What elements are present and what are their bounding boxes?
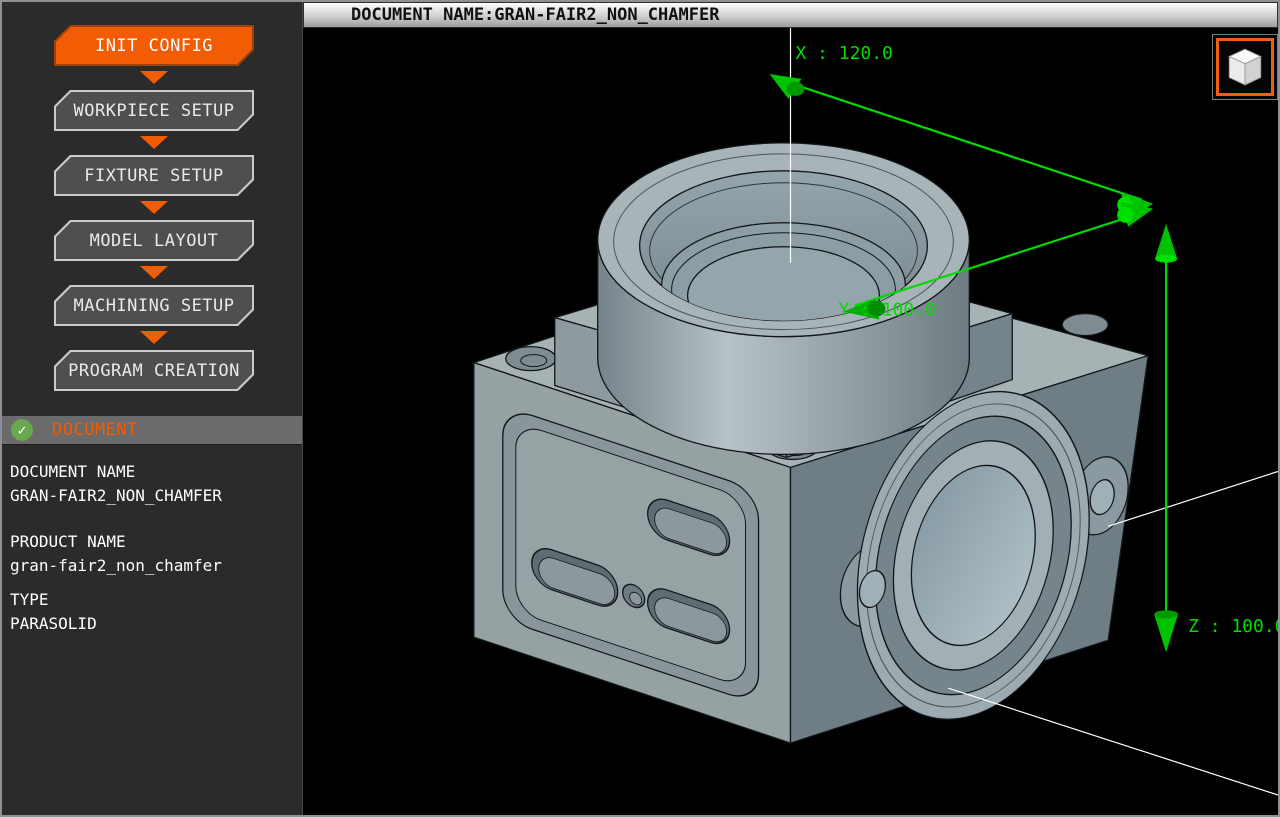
field-document-name-label: DOCUMENT NAME: [10, 460, 294, 484]
viewport-3d[interactable]: X : 120.0 Y : 100.0: [303, 28, 1278, 815]
cylinder-boss: [598, 143, 970, 455]
step-fixture-setup-label: FIXTURE SETUP: [56, 157, 252, 194]
field-product-name-value: gran-fair2_non_chamfer: [10, 554, 294, 578]
document-panel-header: ✓ DOCUMENT: [2, 416, 302, 445]
field-product-name: PRODUCT NAME gran-fair2_non_chamfer: [10, 530, 294, 578]
field-document-name: DOCUMENT NAME GRAN-FAIR2_NON_CHAMFER: [10, 460, 294, 508]
view-cube-icon: [1225, 46, 1265, 88]
step-model-layout[interactable]: MODEL LAYOUT: [54, 220, 254, 261]
cad-scene: X : 120.0 Y : 100.0: [303, 28, 1278, 815]
viewport-title-text: DOCUMENT NAME:GRAN-FAIR2_NON_CHAMFER: [351, 5, 719, 25]
step-program-creation-label: PROGRAM CREATION: [56, 352, 252, 389]
flow-arrow-down-icon: [140, 71, 168, 84]
field-document-name-value: GRAN-FAIR2_NON_CHAMFER: [10, 484, 294, 508]
field-type: TYPE PARASOLID: [10, 588, 294, 636]
view-cube-frame: [1216, 38, 1274, 96]
cad-model: [474, 143, 1148, 757]
app-window: INIT CONFIG WORKPIECE SETUP FIXTURE SETU…: [0, 0, 1280, 817]
y-dimension-label: Y : 100.0: [838, 300, 935, 321]
step-init-config[interactable]: INIT CONFIG: [54, 25, 254, 66]
flow-arrow-down-icon: [140, 331, 168, 344]
z-dimension: Z : 100.0: [1154, 224, 1278, 652]
workflow-steps: INIT CONFIG WORKPIECE SETUP FIXTURE SETU…: [2, 2, 302, 391]
z-dimension-label: Z : 100.0: [1188, 616, 1278, 637]
check-icon: ✓: [11, 419, 33, 441]
step-workpiece-setup-label: WORKPIECE SETUP: [56, 92, 252, 129]
step-machining-setup-label: MACHINING SETUP: [56, 287, 252, 324]
step-init-config-label: INIT CONFIG: [56, 27, 252, 64]
x-dimension-label: X : 120.0: [795, 43, 892, 64]
step-workpiece-setup[interactable]: WORKPIECE SETUP: [54, 90, 254, 131]
step-machining-setup[interactable]: MACHINING SETUP: [54, 285, 254, 326]
field-type-value: PARASOLID: [10, 612, 294, 636]
viewport-titlebar: DOCUMENT NAME:GRAN-FAIR2_NON_CHAMFER: [303, 2, 1278, 28]
view-orientation-button[interactable]: [1212, 34, 1278, 100]
field-product-name-label: PRODUCT NAME: [10, 530, 294, 554]
step-model-layout-label: MODEL LAYOUT: [56, 222, 252, 259]
flow-arrow-down-icon: [140, 136, 168, 149]
main-pane: DOCUMENT NAME:GRAN-FAIR2_NON_CHAMFER: [303, 2, 1278, 815]
document-panel-title: DOCUMENT: [52, 420, 138, 440]
workflow-sidebar: INIT CONFIG WORKPIECE SETUP FIXTURE SETU…: [2, 2, 303, 815]
flow-arrow-down-icon: [140, 201, 168, 214]
step-fixture-setup[interactable]: FIXTURE SETUP: [54, 155, 254, 196]
construction-line-right-upper: [1108, 471, 1278, 526]
flow-arrow-down-icon: [140, 266, 168, 279]
step-program-creation[interactable]: PROGRAM CREATION: [54, 350, 254, 391]
construction-line-right-lower: [948, 688, 1278, 795]
document-fields: DOCUMENT NAME GRAN-FAIR2_NON_CHAMFER PRO…: [2, 445, 302, 646]
field-type-label: TYPE: [10, 588, 294, 612]
